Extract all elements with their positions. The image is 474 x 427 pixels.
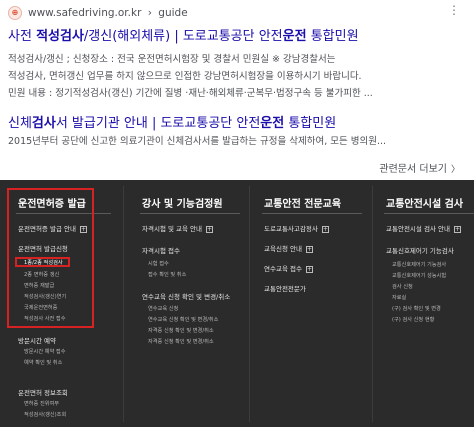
submenu-item[interactable]: 검사 신청 xyxy=(392,283,413,290)
result-2-title-bold: 검사 xyxy=(31,116,56,131)
submenu-item[interactable]: 자료실 xyxy=(392,294,406,301)
search-results: ⊕ www.safedriving.or.kr › guide ⋮ 사전 적성검… xyxy=(0,0,474,178)
menu-item[interactable]: 연수교육 접수 + xyxy=(264,263,313,273)
result-2-title-part: 서 발급기관 안내 | 도로교통공단 안전 xyxy=(55,116,261,131)
menu-item-label: 교통안전시설 검사 안내 xyxy=(386,225,450,233)
menu-item[interactable]: 자격시험 접수 xyxy=(142,245,180,255)
menu-item[interactable]: 교육신청 안내 + xyxy=(264,243,313,253)
submenu-item[interactable]: 면허증 진위여부 xyxy=(24,400,59,407)
related-docs-label: 관련문서 더보기 xyxy=(379,164,447,175)
result-2-title-part: 통합민원 xyxy=(284,116,337,131)
result-1-snippet-line: 민원 내용 : 정기적성검사(갱신) 기간에 질병 ·재난·해외체류·군복무·법… xyxy=(8,88,373,99)
chevron-right-icon: 〉 xyxy=(450,165,460,175)
column-heading: 교통안전 전문교육 xyxy=(264,199,342,210)
sitemap-column-facility: 교통안전시설 검사 교통안전시설 검사 안내 + 교통신호제어기 기능검사 교통신… xyxy=(372,180,474,427)
submenu-item[interactable]: 교통신호제어기 기능검사 xyxy=(392,261,446,268)
submenu-item[interactable]: 시험 접수 xyxy=(148,260,169,267)
breadcrumb-separator: › xyxy=(147,7,152,19)
sitemap-column-instructor: 강사 및 기능검정원 자격시험 및 교육 안내 + 자격시험 접수 시험 접수 접… xyxy=(123,180,249,427)
result-source[interactable]: ⊕ www.safedriving.or.kr › guide xyxy=(8,5,188,21)
heading-rule xyxy=(140,213,240,214)
site-favicon-icon: ⊕ xyxy=(8,6,22,20)
menu-item[interactable]: 도로교통사고감정사 + xyxy=(264,223,329,233)
result-2-title-link[interactable]: 신체검사서 발급기관 안내 | 도로교통공단 안전운전 통합민원 xyxy=(8,112,336,131)
result-1-snippet-line: 적성검사, 면허갱신 업무를 하지 않으므로 인접한 강남면허시험장을 이용하시… xyxy=(8,71,362,82)
submenu-item[interactable]: 자격증 신청 확인 및 변경/취소 xyxy=(148,338,214,345)
result-1-title-bold: 적성검사 xyxy=(36,29,84,44)
submenu-item[interactable]: 자격증 신청 확인 및 변경/취소 xyxy=(148,327,214,334)
more-options-icon[interactable]: ⋮ xyxy=(448,4,460,16)
menu-item[interactable]: 교통안전시설 검사 안내 + xyxy=(386,223,461,233)
column-heading: 교통안전시설 검사 xyxy=(386,199,464,210)
menu-item[interactable]: 자격시험 및 교육 안내 + xyxy=(142,223,214,233)
heading-rule xyxy=(262,213,362,214)
menu-item[interactable]: 연수교육 신청 확인 및 변경/취소 xyxy=(142,291,230,301)
menu-item-label: 연수교육 접수 xyxy=(264,265,302,273)
submenu-item[interactable]: 교통신호제어기 성능시험 xyxy=(392,272,446,279)
submenu-item[interactable]: (구) 검사 확인 및 변경 xyxy=(392,305,441,312)
menu-item[interactable]: 교통신호제어기 기능검사 xyxy=(386,245,454,255)
result-2-title-part: 신체 xyxy=(8,116,32,131)
result-1-title-part: /갱신(해외체류) | 도로교통공단 안전 xyxy=(83,29,283,44)
menu-item[interactable]: 운전면허 정보조회 xyxy=(18,387,68,397)
related-docs-link[interactable]: 관련문서 더보기 〉 xyxy=(379,160,460,175)
heading-rule xyxy=(384,213,474,214)
menu-item-label: 자격시험 및 교육 안내 xyxy=(142,225,203,233)
menu-item-label: 교통신호제어기 기능검사 xyxy=(386,247,454,255)
highlight-box-inner xyxy=(15,257,70,267)
submenu-item[interactable]: 예약 확인 및 취소 xyxy=(24,359,62,366)
plus-icon: + xyxy=(321,225,329,233)
menu-item-label: 자격시험 접수 xyxy=(142,247,180,255)
result-1-title-part: 사전 xyxy=(8,29,37,44)
sitemap-column-education: 교통안전 전문교육 도로교통사고감정사 + 교육신청 안내 + 연수교육 접수 + 교… xyxy=(249,180,372,427)
submenu-item[interactable]: (구) 검사 신청 현황 xyxy=(392,316,434,323)
submenu-item[interactable]: 적성검사(갱신)조회 xyxy=(24,411,66,418)
plus-icon: + xyxy=(305,265,313,273)
menu-item-label: 도로교통사고감정사 xyxy=(264,225,318,233)
result-1-title-part: 통합민원 xyxy=(306,29,359,44)
menu-item[interactable]: 방문시간 예약 xyxy=(18,335,56,345)
source-url: www.safedriving.or.kr xyxy=(28,7,142,19)
plus-icon: + xyxy=(206,225,214,233)
menu-item-label: 교육신청 안내 xyxy=(264,245,302,253)
submenu-item[interactable]: 방문시간 예약 접수 xyxy=(24,348,65,355)
submenu-item[interactable]: 연수교육 신청 확인 및 변경/취소 xyxy=(148,316,218,323)
menu-item-label: 교통안전전문가 xyxy=(264,285,306,293)
result-1-title-link[interactable]: 사전 적성검사/갱신(해외체류) | 도로교통공단 안전운전 통합민원 xyxy=(8,25,359,44)
result-1-title-bold: 운전 xyxy=(282,29,307,44)
column-heading: 강사 및 기능검정원 xyxy=(142,199,223,210)
submenu-item[interactable]: 연수교육 신청 xyxy=(148,305,178,312)
result-1-snippet-line: 적성검사/갱신 ; 신청장소 : 전국 운전면허시험장 및 경찰서 민원실 ※ … xyxy=(8,54,336,65)
submenu-item[interactable]: 접수 확인 및 취소 xyxy=(148,271,186,278)
menu-item[interactable]: 교통안전전문가 xyxy=(264,283,306,293)
plus-icon: + xyxy=(453,225,461,233)
result-2-snippet-line: 2015년부터 공단에 신고한 의료기관이 신체검사서를 발급하는 규정을 삭제… xyxy=(8,136,387,147)
plus-icon: + xyxy=(305,245,313,253)
result-2-title-bold: 운전 xyxy=(260,116,285,131)
source-path: guide xyxy=(158,7,188,19)
